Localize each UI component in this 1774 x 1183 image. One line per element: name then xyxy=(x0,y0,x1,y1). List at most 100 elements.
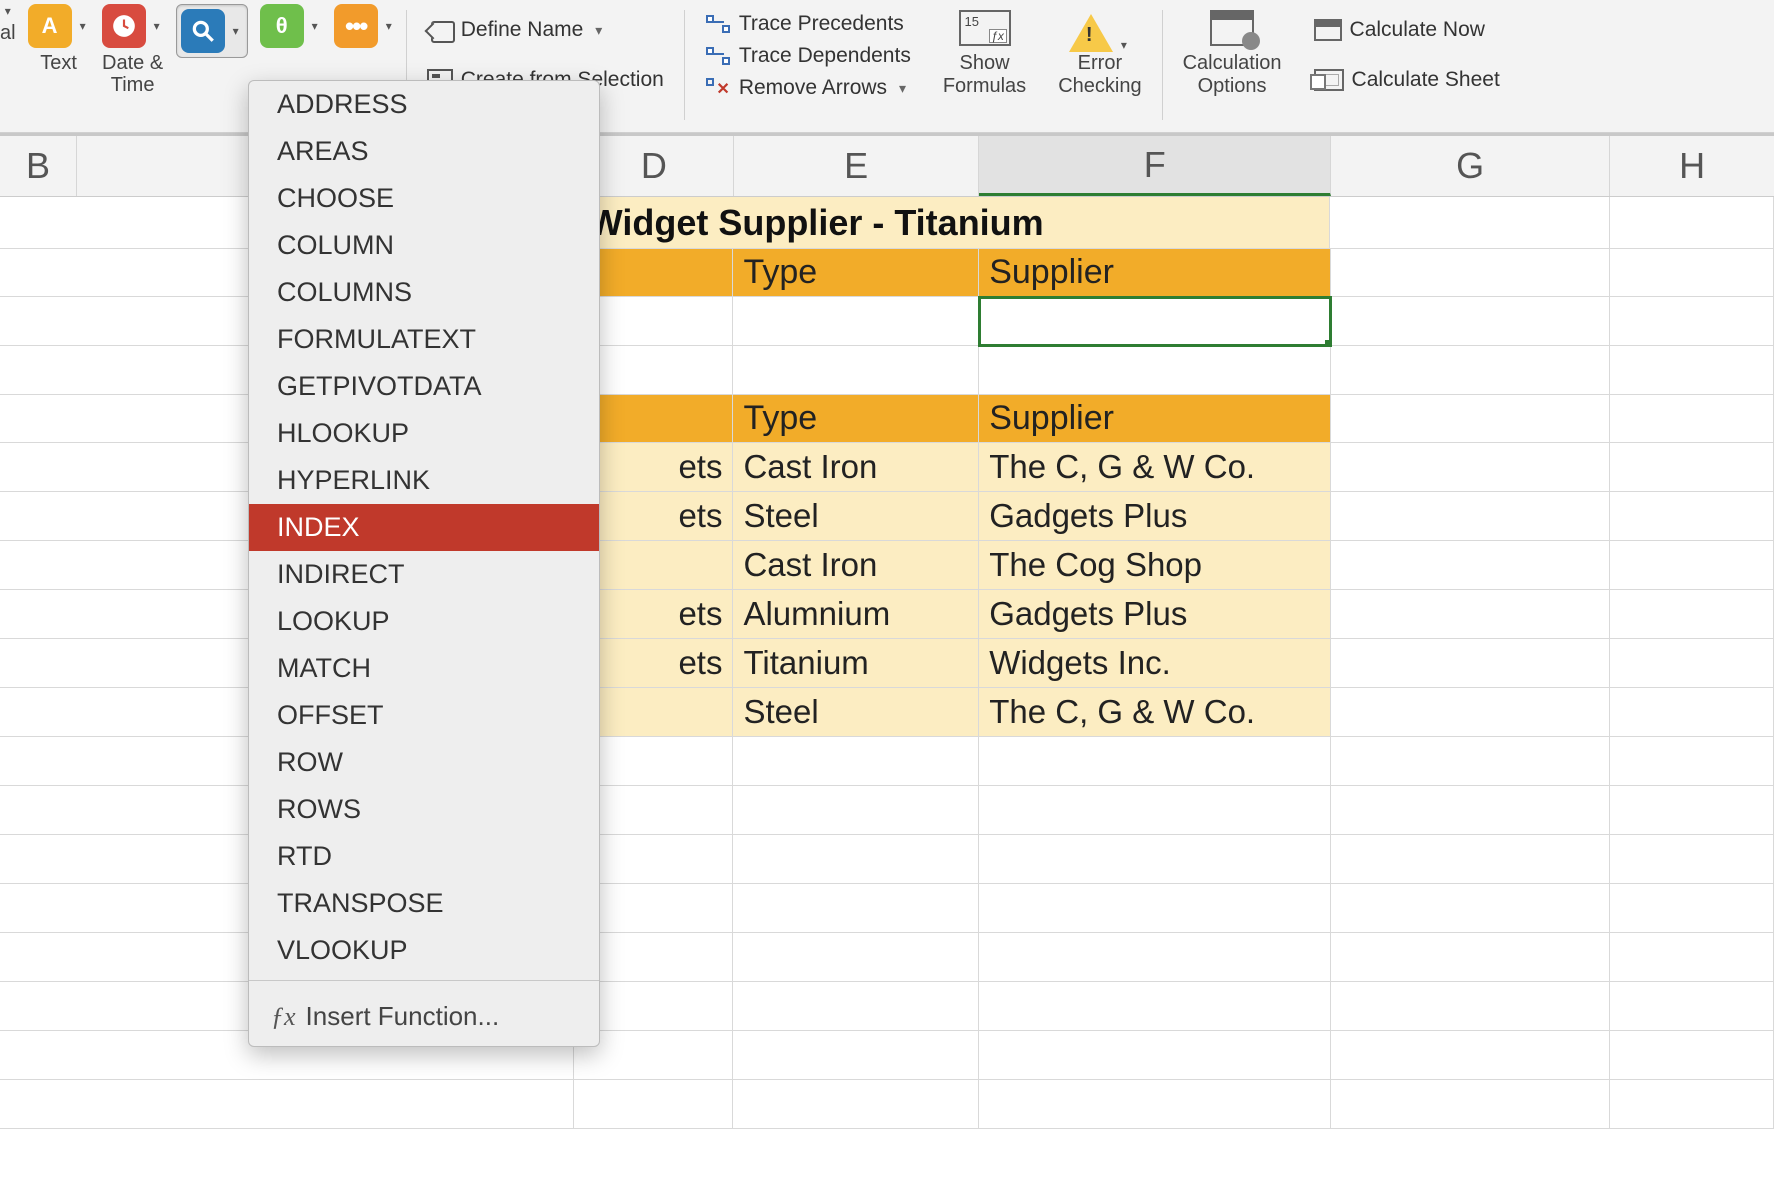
insert-function-button[interactable]: ƒx Insert Function... xyxy=(249,987,599,1046)
col-header-G-area[interactable]: G xyxy=(1331,136,1610,196)
cell[interactable] xyxy=(1331,884,1610,933)
cell[interactable]: Widgets Inc. xyxy=(979,639,1330,688)
dropdown-item-index[interactable]: INDEX xyxy=(249,504,599,551)
header-supplier[interactable]: Supplier xyxy=(979,249,1330,297)
define-name-button[interactable]: Define Name ▾ xyxy=(421,14,609,46)
cell[interactable] xyxy=(1331,541,1610,590)
cell[interactable]: The C, G & W Co. xyxy=(979,688,1330,737)
cell[interactable] xyxy=(0,1080,574,1129)
cell[interactable] xyxy=(1610,737,1774,786)
cell[interactable]: Gadgets Plus xyxy=(979,590,1330,639)
cell[interactable] xyxy=(1610,197,1774,249)
cell[interactable] xyxy=(733,884,979,933)
dropdown-item-rtd[interactable]: RTD xyxy=(249,833,599,880)
header-type[interactable]: Type xyxy=(733,249,979,297)
header2-supplier[interactable]: Supplier xyxy=(979,395,1330,443)
calculate-now-button[interactable]: Calculate Now xyxy=(1308,14,1491,46)
dropdown-item-indirect[interactable]: INDIRECT xyxy=(249,551,599,598)
cell[interactable] xyxy=(1331,395,1610,443)
cell[interactable] xyxy=(979,884,1330,933)
dropdown-item-columns[interactable]: COLUMNS xyxy=(249,269,599,316)
col-header-F-area[interactable]: F xyxy=(979,136,1331,196)
cell[interactable] xyxy=(733,1080,979,1129)
cell[interactable] xyxy=(733,982,979,1031)
math-functions-button[interactable]: θ xyxy=(260,4,304,48)
cell[interactable]: Alumnium xyxy=(733,590,979,639)
cell[interactable] xyxy=(1331,688,1610,737)
cell[interactable] xyxy=(1610,249,1774,297)
dropdown-caret-icon[interactable]: ▾ xyxy=(308,19,322,33)
trace-precedents-button[interactable]: Trace Precedents xyxy=(699,8,910,40)
cell[interactable] xyxy=(574,1080,733,1129)
cell[interactable] xyxy=(1610,786,1774,835)
cell[interactable] xyxy=(1331,590,1610,639)
cell[interactable]: Cast Iron xyxy=(733,541,979,590)
cell[interactable] xyxy=(1610,884,1774,933)
cell[interactable] xyxy=(1610,395,1774,443)
cell[interactable] xyxy=(979,835,1330,884)
dropdown-item-areas[interactable]: AREAS xyxy=(249,128,599,175)
cell[interactable] xyxy=(1610,688,1774,737)
dropdown-item-transpose[interactable]: TRANSPOSE xyxy=(249,880,599,927)
dropdown-caret-icon[interactable]: ▾ xyxy=(229,24,243,38)
dropdown-item-lookup[interactable]: LOOKUP xyxy=(249,598,599,645)
cell[interactable] xyxy=(1610,1031,1774,1080)
cell[interactable] xyxy=(1331,1031,1610,1080)
cell[interactable] xyxy=(1610,982,1774,1031)
cell[interactable] xyxy=(979,933,1330,982)
cell[interactable] xyxy=(1331,1080,1610,1129)
cell[interactable] xyxy=(1610,492,1774,541)
show-formulas-button[interactable]: ƒx Show Formulas xyxy=(927,4,1042,98)
datetime-functions-button[interactable] xyxy=(102,4,146,48)
cell[interactable] xyxy=(1331,443,1610,492)
trace-dependents-button[interactable]: Trace Dependents xyxy=(699,40,917,72)
dropdown-caret-icon[interactable]: ▾ xyxy=(382,19,396,33)
lookup-functions-button[interactable] xyxy=(181,9,225,53)
title-cell[interactable]: Widget Supplier - Titanium xyxy=(575,197,1331,249)
cell[interactable] xyxy=(733,835,979,884)
dropdown-item-match[interactable]: MATCH xyxy=(249,645,599,692)
cell[interactable] xyxy=(1331,249,1610,297)
cell[interactable] xyxy=(1331,346,1610,395)
dropdown-item-address[interactable]: ADDRESS xyxy=(249,81,599,128)
cell[interactable] xyxy=(1331,933,1610,982)
dropdown-item-getpivotdata[interactable]: GETPIVOTDATA xyxy=(249,363,599,410)
cell[interactable] xyxy=(979,737,1330,786)
cell[interactable] xyxy=(733,1031,979,1080)
col-header-H-area[interactable]: H xyxy=(1610,136,1774,196)
dropdown-caret-icon[interactable]: ▾ xyxy=(76,19,90,33)
dropdown-item-vlookup[interactable]: VLOOKUP xyxy=(249,927,599,974)
cell[interactable]: The Cog Shop xyxy=(979,541,1330,590)
cell[interactable]: Steel xyxy=(733,688,979,737)
dropdown-caret-icon[interactable]: ▾ xyxy=(595,22,602,39)
dropdown-caret-icon[interactable]: ▾ xyxy=(150,19,164,33)
cell[interactable] xyxy=(979,346,1330,395)
text-functions-button[interactable]: A xyxy=(28,4,72,48)
dropdown-item-column[interactable]: COLUMN xyxy=(249,222,599,269)
cell[interactable] xyxy=(979,982,1330,1031)
cell[interactable] xyxy=(733,786,979,835)
cell[interactable] xyxy=(979,786,1330,835)
dropdown-caret-icon[interactable]: ▾ xyxy=(1,4,15,18)
cell[interactable] xyxy=(733,933,979,982)
remove-arrows-button[interactable]: ✕ Remove Arrows ▾ xyxy=(699,72,912,104)
dropdown-item-hyperlink[interactable]: HYPERLINK xyxy=(249,457,599,504)
cell[interactable]: Cast Iron xyxy=(733,443,979,492)
cell[interactable] xyxy=(1331,639,1610,688)
dropdown-caret-icon[interactable]: ▾ xyxy=(1117,38,1131,52)
cell[interactable] xyxy=(1331,737,1610,786)
more-functions-button[interactable]: ••• xyxy=(334,4,378,48)
cell[interactable] xyxy=(1331,786,1610,835)
dropdown-item-choose[interactable]: CHOOSE xyxy=(249,175,599,222)
cell[interactable] xyxy=(1610,590,1774,639)
cell[interactable] xyxy=(1610,346,1774,395)
dropdown-caret-icon[interactable]: ▾ xyxy=(899,80,906,97)
cell[interactable]: Steel xyxy=(733,492,979,541)
dropdown-item-row[interactable]: ROW xyxy=(249,739,599,786)
cell[interactable] xyxy=(1331,982,1610,1031)
dropdown-item-formulatext[interactable]: FORMULATEXT xyxy=(249,316,599,363)
header2-type[interactable]: Type xyxy=(733,395,979,443)
cell[interactable] xyxy=(733,297,979,346)
error-checking-button[interactable]: ▾ Error Checking xyxy=(1042,4,1157,98)
cell[interactable] xyxy=(979,1031,1330,1080)
